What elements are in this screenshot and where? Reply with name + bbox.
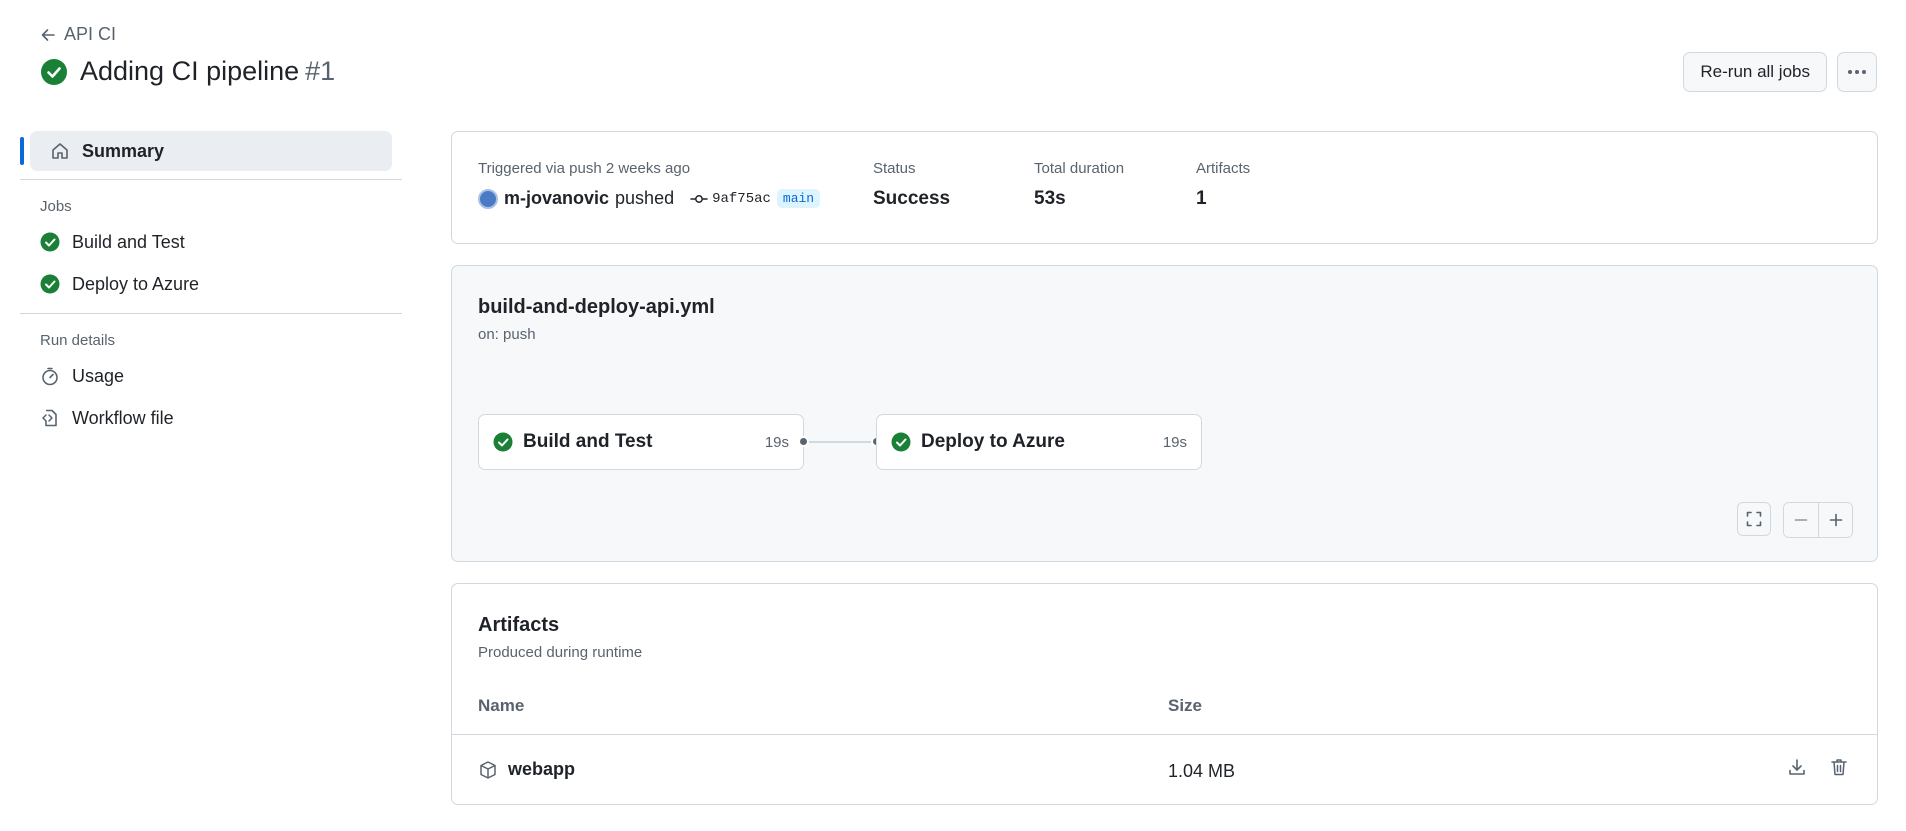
- commit-link[interactable]: 9af75ac: [690, 191, 771, 207]
- artifacts-count-label: Artifacts: [1196, 160, 1251, 177]
- divider: [20, 313, 402, 314]
- artifacts-section: Artifacts Produced during runtime Name S…: [451, 583, 1878, 805]
- sidebar-item-label: Build and Test: [72, 231, 185, 252]
- back-link-label: API CI: [64, 24, 117, 44]
- duration-label: Total duration: [1034, 160, 1125, 177]
- stopwatch-icon: [42, 367, 58, 386]
- run-summary-card: Triggered via push 2 weeks ago m-jovanov…: [451, 131, 1878, 244]
- run-number: #1: [305, 56, 336, 86]
- delete-button[interactable]: [1829, 757, 1849, 777]
- kebab-horizontal-icon: [1848, 70, 1866, 74]
- zoom-out-button[interactable]: [1784, 503, 1818, 537]
- page-title: Adding CI pipeline #1: [40, 56, 335, 87]
- trigger-text: Triggered via push 2 weeks ago: [478, 160, 691, 177]
- sidebar-item-summary[interactable]: Summary: [20, 131, 392, 171]
- artifacts-title: Artifacts: [478, 614, 560, 636]
- artifact-name: webapp: [508, 759, 576, 779]
- package-icon: [480, 760, 496, 779]
- check-circle-icon: [41, 58, 67, 85]
- duration-value: 53s: [1034, 188, 1066, 209]
- plus-icon: [1829, 513, 1842, 527]
- workflow-trigger: on: push: [478, 326, 536, 343]
- fullscreen-icon: [1746, 511, 1762, 527]
- more-options-button[interactable]: [1837, 52, 1877, 92]
- sidebar-item-label: Deploy to Azure: [72, 273, 200, 294]
- job-card-deploy-to-azure[interactable]: Deploy to Azure 19s: [876, 414, 1202, 470]
- commit-sha: 9af75ac: [712, 190, 771, 207]
- job-duration: 19s: [1162, 433, 1187, 451]
- artifact-link[interactable]: webapp: [478, 759, 575, 780]
- jobs-heading: Jobs: [40, 198, 72, 215]
- connector-dot: [798, 436, 809, 447]
- rerun-all-jobs-button[interactable]: Re-run all jobs: [1683, 52, 1827, 92]
- job-name: Build and Test: [523, 431, 653, 452]
- run-title: Adding CI pipeline: [80, 56, 300, 86]
- column-header-name: Name: [478, 696, 525, 715]
- run-details-heading: Run details: [40, 332, 116, 349]
- file-code-icon: [42, 409, 57, 427]
- download-button[interactable]: [1787, 757, 1807, 777]
- status-value: Success: [873, 188, 951, 209]
- check-circle-icon: [40, 274, 60, 294]
- check-circle-icon: [891, 432, 911, 452]
- trash-icon: [1831, 759, 1847, 776]
- minus-icon: [1794, 519, 1808, 521]
- actor-link[interactable]: m-jovanovic: [504, 188, 609, 209]
- branch-badge[interactable]: main: [776, 189, 821, 208]
- actor-action: pushed: [615, 188, 675, 208]
- sidebar-item-usage[interactable]: Usage: [20, 355, 402, 397]
- artifact-size: 1.04 MB: [1168, 761, 1236, 781]
- sidebar-item-workflow-file[interactable]: Workflow file: [20, 397, 402, 439]
- sidebar-item-build-and-test[interactable]: Build and Test: [20, 221, 402, 263]
- fullscreen-button[interactable]: [1737, 502, 1771, 536]
- back-link[interactable]: API CI: [40, 24, 116, 45]
- job-card-build-and-test[interactable]: Build and Test 19s: [478, 414, 804, 470]
- table-row: webapp 1.04 MB: [452, 734, 1877, 806]
- check-circle-icon: [493, 432, 513, 452]
- avatar[interactable]: [478, 188, 498, 209]
- sidebar: Summary Jobs Build and Test Deploy to Az…: [20, 131, 402, 439]
- column-header-size: Size: [1168, 696, 1203, 715]
- job-name: Deploy to Azure: [921, 431, 1065, 452]
- sidebar-item-label: Usage: [72, 365, 125, 386]
- job-connector: [804, 441, 876, 443]
- sidebar-item-label: Summary: [82, 140, 165, 161]
- artifacts-count-value: 1: [1196, 188, 1207, 209]
- status-label: Status: [873, 160, 916, 177]
- workflow-graph: build-and-deploy-api.yml on: push Build …: [451, 265, 1878, 562]
- sidebar-item-label: Workflow file: [72, 407, 174, 428]
- artifacts-subtitle: Produced during runtime: [478, 644, 643, 661]
- zoom-in-button[interactable]: [1818, 503, 1852, 537]
- workflow-file-name: build-and-deploy-api.yml: [478, 296, 715, 318]
- home-icon: [52, 143, 68, 159]
- git-commit-icon: [690, 194, 708, 203]
- arrow-left-icon: [41, 28, 55, 41]
- sidebar-item-deploy-to-azure[interactable]: Deploy to Azure: [20, 263, 402, 305]
- divider: [20, 179, 402, 180]
- job-duration: 19s: [764, 433, 789, 451]
- download-icon: [1789, 759, 1805, 775]
- check-circle-icon: [40, 232, 60, 252]
